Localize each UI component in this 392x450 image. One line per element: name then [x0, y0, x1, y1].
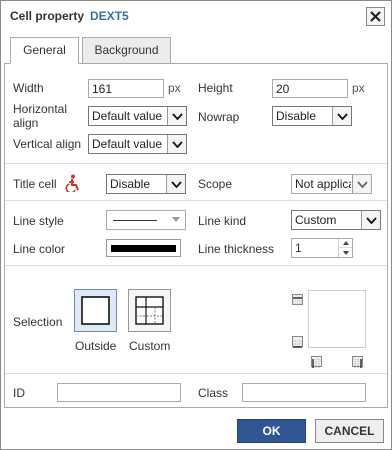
border-custom-icon — [135, 296, 164, 325]
chevron-down-icon — [167, 135, 186, 153]
border-left-icon — [312, 359, 320, 368]
halign-select[interactable]: Default value — [88, 106, 187, 126]
dialog-brand: DEXT5 — [90, 9, 129, 23]
titlecell-label: Title cell — [13, 177, 57, 191]
class-label: Class — [198, 386, 229, 400]
border-preview — [308, 290, 366, 348]
halign-select-value: Default value — [92, 109, 163, 123]
border-outside-icon — [81, 296, 110, 325]
border-top-toggle[interactable] — [292, 294, 303, 305]
border-bottom-toggle[interactable] — [292, 336, 303, 348]
caret-up-icon — [342, 241, 349, 245]
height-label: Height — [198, 81, 233, 95]
height-input[interactable] — [272, 79, 348, 98]
scope-label: Scope — [198, 177, 233, 191]
chevron-down-icon — [332, 107, 351, 125]
selection-label: Selection — [13, 315, 63, 329]
valign-label: Vertical align — [13, 137, 82, 151]
separator — [5, 265, 387, 266]
chevron-down-icon — [167, 107, 186, 125]
cancel-button[interactable]: CANCEL — [315, 419, 384, 443]
linethickness-value: 1 — [295, 241, 302, 255]
separator — [5, 163, 387, 164]
close-button[interactable] — [366, 7, 385, 26]
caret-down-icon — [342, 250, 349, 255]
separator — [5, 373, 387, 374]
halign-label: Horizontal align — [13, 102, 67, 130]
line-color-swatch — [111, 245, 176, 252]
id-input[interactable] — [57, 383, 181, 402]
linecolor-picker[interactable] — [106, 239, 181, 257]
scope-select[interactable]: Not applicable — [291, 174, 372, 194]
border-top-icon — [293, 297, 302, 305]
tab-general[interactable]: General — [10, 37, 79, 64]
halign-label-line2: align — [13, 116, 39, 130]
linekind-select[interactable]: Custom — [291, 210, 381, 230]
dialog-title: Cell property DEXT5 — [10, 9, 129, 23]
close-icon — [370, 11, 381, 22]
linecolor-label: Line color — [13, 242, 66, 256]
width-input[interactable] — [88, 79, 164, 98]
ok-button[interactable]: OK — [237, 419, 306, 443]
width-label: Width — [13, 81, 44, 95]
class-input[interactable] — [242, 383, 366, 402]
chevron-down-icon — [352, 175, 371, 193]
scope-select-value: Not applicable — [295, 177, 351, 191]
spin-up-button[interactable] — [339, 239, 352, 248]
line-style-preview — [113, 220, 157, 221]
nowrap-select-value: Disable — [276, 109, 317, 123]
linekind-label: Line kind — [198, 214, 247, 228]
selection-custom-button[interactable] — [128, 289, 171, 332]
selection-custom-label: Custom — [129, 339, 171, 353]
height-unit: px — [352, 81, 365, 95]
linekind-select-value: Custom — [295, 213, 337, 227]
linethickness-spinner[interactable]: 1 — [291, 238, 353, 258]
dialog-titlebar: Cell property DEXT5 — [1, 1, 391, 31]
valign-select[interactable]: Default value — [88, 134, 187, 154]
chevron-down-icon — [172, 217, 180, 222]
accessibility-icon — [65, 174, 79, 192]
titlecell-select[interactable]: Disable — [106, 174, 186, 194]
chevron-down-icon — [361, 211, 380, 229]
nowrap-label: Nowrap — [198, 110, 240, 124]
selection-outside-label: Outside — [75, 339, 117, 353]
border-right-icon — [354, 359, 362, 368]
cell-property-dialog: Cell property DEXT5 General Background Wi… — [0, 0, 392, 450]
linethickness-label: Line thickness — [198, 242, 275, 256]
dialog-title-text: Cell property — [10, 9, 85, 23]
titlecell-select-value: Disable — [110, 177, 151, 191]
tab-background[interactable]: Background — [82, 37, 171, 64]
linestyle-label: Line style — [13, 214, 64, 228]
general-panel: Width px Height px Horizontal align Defa… — [4, 63, 388, 408]
dialog-footer: OK CANCEL — [1, 411, 391, 449]
spin-down-button[interactable] — [339, 248, 352, 257]
separator — [5, 200, 387, 201]
chevron-down-icon — [166, 175, 185, 193]
border-bottom-icon — [293, 340, 302, 348]
width-unit: px — [168, 81, 181, 95]
valign-select-value: Default value — [92, 137, 163, 151]
selection-outside-button[interactable] — [74, 289, 117, 332]
border-right-toggle[interactable] — [352, 356, 363, 368]
halign-label-line1: Horizontal — [13, 102, 68, 116]
nowrap-select[interactable]: Disable — [272, 106, 352, 126]
linestyle-select[interactable] — [106, 210, 186, 230]
spinner-buttons — [338, 239, 352, 257]
border-left-toggle[interactable] — [311, 356, 322, 368]
id-label: ID — [13, 386, 25, 400]
